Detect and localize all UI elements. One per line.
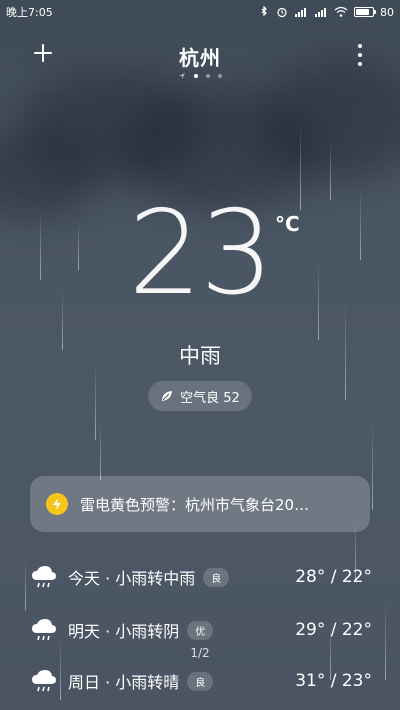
current-condition: 中雨 (179, 344, 221, 368)
top-bar: 杭州 (0, 36, 400, 79)
status-bar: 晚上7:05 80 (0, 0, 400, 24)
signal-icon-1 (295, 8, 306, 17)
forecast-row-sunday[interactable]: 周日 · 小雨转晴 良 31° / 23° (30, 666, 372, 696)
battery-percent: 80 (380, 5, 394, 19)
forecast-row-today[interactable]: 今天 · 小雨转中雨 良 28° / 22° (30, 562, 372, 592)
alarm-icon (277, 7, 287, 18)
forecast-label: 今天 · 小雨转中雨 (68, 569, 196, 588)
forecast-aqi-badge: 良 (203, 567, 230, 587)
air-quality-badge[interactable]: 空气良 52 (148, 381, 252, 411)
current-temperature-block: 23 (0, 196, 400, 312)
forecast-row-tomorrow[interactable]: 明天 · 小雨转阴 优 29° / 22° (30, 615, 372, 645)
forecast-aqi-badge: 良 (187, 671, 214, 691)
lightning-icon (46, 493, 68, 515)
forecast-label: 周日 · 小雨转晴 (68, 673, 180, 692)
forecast-aqi-badge: 优 (187, 620, 214, 640)
temperature-unit: °C (275, 212, 300, 236)
alert-text: 雷电黄色预警：杭州市气象台20… (80, 495, 310, 514)
leaf-icon (162, 391, 173, 401)
weather-alert-card[interactable]: 雷电黄色预警：杭州市气象台20… (30, 476, 370, 532)
bluetooth-icon (261, 6, 267, 17)
status-time: 晚上7:05 (6, 6, 53, 19)
page-dot (206, 74, 210, 78)
page-indicator (0, 72, 400, 80)
location-arrow-icon (179, 73, 185, 79)
rain-cloud-icon (32, 566, 56, 588)
forecast-pager: 1/2 (190, 646, 210, 660)
rain-cloud-icon (32, 619, 56, 641)
signal-icon-2 (315, 8, 326, 17)
rain-cloud-icon (32, 670, 56, 692)
forecast-temps: 31° / 23° (295, 671, 372, 691)
forecast-temps: 29° / 22° (295, 620, 372, 640)
forecast-label: 明天 · 小雨转阴 (68, 622, 180, 641)
current-temperature: 23 (128, 186, 274, 321)
page-dot (194, 74, 198, 78)
more-options-button[interactable] (356, 44, 364, 66)
city-name: 杭州 (179, 46, 221, 70)
battery-icon (354, 7, 376, 17)
page-dot (218, 74, 222, 78)
air-quality-label: 空气良 52 (180, 390, 240, 406)
wifi-icon (334, 6, 348, 17)
forecast-temps: 28° / 22° (295, 567, 372, 587)
